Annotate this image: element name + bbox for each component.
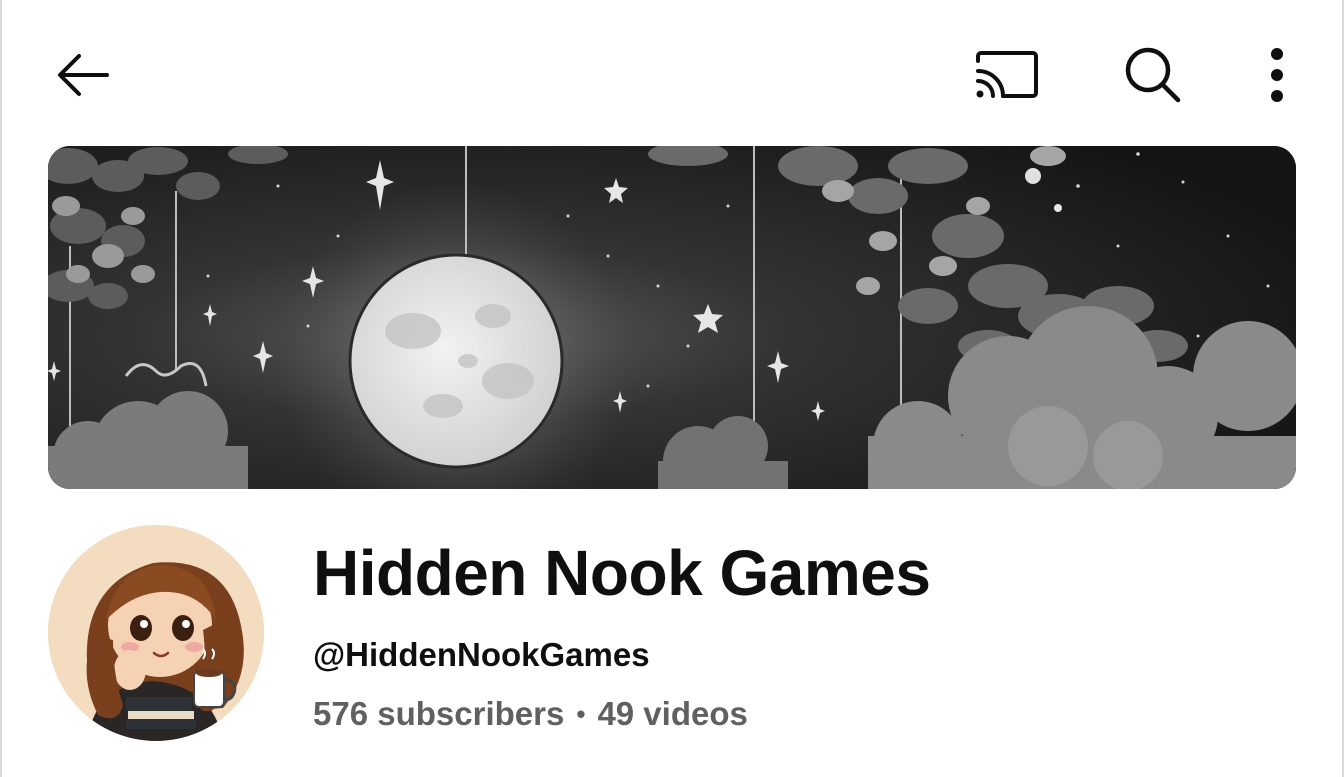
cast-icon xyxy=(976,51,1038,98)
cast-button[interactable] xyxy=(962,30,1052,120)
top-app-bar xyxy=(0,0,1344,146)
avatar-illustration-icon xyxy=(48,525,264,741)
search-button[interactable] xyxy=(1108,30,1198,120)
channel-banner xyxy=(48,146,1296,489)
channel-name: Hidden Nook Games xyxy=(313,537,931,609)
search-icon xyxy=(1125,47,1181,103)
channel-stats: 576 subscribers • 49 videos xyxy=(313,695,748,733)
back-button[interactable] xyxy=(38,30,128,120)
channel-avatar[interactable] xyxy=(48,525,264,741)
more-options-button[interactable] xyxy=(1232,30,1322,120)
video-count[interactable]: 49 videos xyxy=(597,695,747,733)
stats-separator: • xyxy=(576,698,586,729)
more-vertical-icon xyxy=(1271,48,1283,102)
channel-handle: @HiddenNookGames xyxy=(313,636,650,673)
night-moon-banner xyxy=(48,146,1296,489)
arrow-left-icon xyxy=(58,54,109,96)
subscriber-count: 576 subscribers xyxy=(313,695,565,732)
